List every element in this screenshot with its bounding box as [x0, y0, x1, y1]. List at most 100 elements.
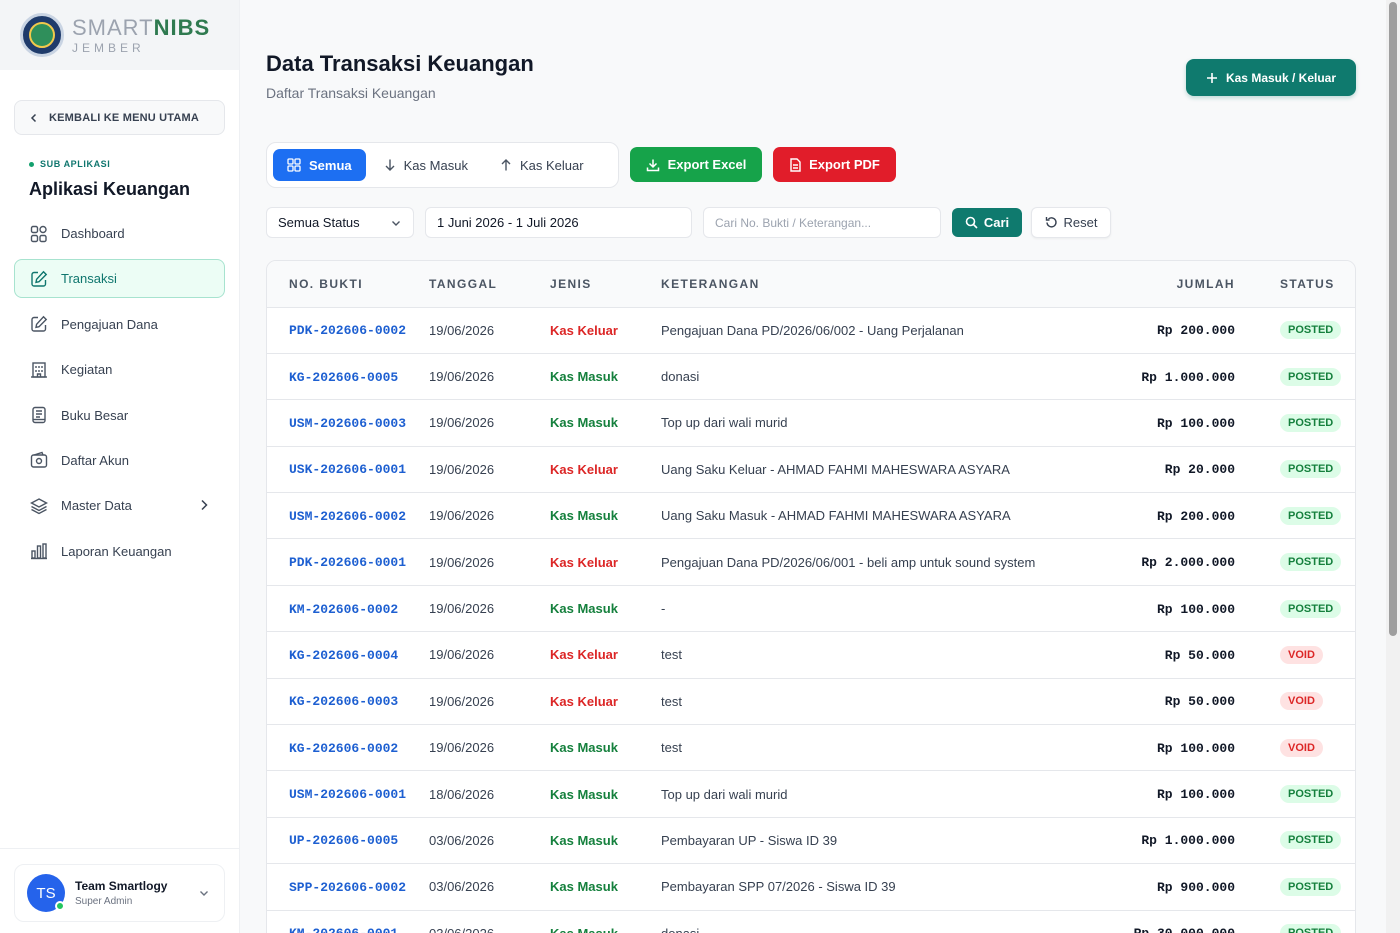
- brand[interactable]: SMARTNIBS JEMBER: [0, 0, 239, 70]
- tanggal-cell: 19/06/2026: [429, 446, 550, 494]
- jumlah-cell: Rp 20.000: [1164, 462, 1235, 478]
- table-row[interactable]: SPP-202606-0002 03/06/2026 Kas Masuk Pembay…: [267, 863, 1355, 911]
- keterangan-cell: test: [661, 631, 1091, 679]
- keterangan-cell: donasi: [661, 353, 1091, 401]
- table-row[interactable]: USM-202606-0002 19/06/2026 Kas Masuk Uang S…: [267, 492, 1355, 540]
- search-button[interactable]: Cari: [952, 208, 1022, 237]
- status-badge: POSTED: [1280, 831, 1342, 850]
- jenis-cell: Kas Masuk: [550, 786, 618, 802]
- no-bukti-link[interactable]: SPP-202606-0002: [289, 880, 406, 895]
- status-badge: POSTED: [1280, 599, 1342, 618]
- status-badge: POSTED: [1280, 877, 1342, 896]
- no-bukti-link[interactable]: UP-202606-0005: [289, 833, 398, 848]
- keterangan-cell: Pengajuan Dana PD/2026/06/002 - Uang Per…: [661, 307, 1091, 354]
- no-bukti-link[interactable]: USK-202606-0001: [289, 462, 406, 477]
- table-row[interactable]: KG-202606-0002 19/06/2026 Kas Masuk test Rp …: [267, 724, 1355, 772]
- grid-icon: [287, 158, 301, 172]
- jumlah-cell: Rp 1.000.000: [1141, 369, 1235, 385]
- brand-name: SMARTNIBS: [72, 14, 211, 40]
- table-row[interactable]: PDK-202606-0002 19/06/2026 Kas Keluar Penga…: [267, 307, 1355, 354]
- status-badge: POSTED: [1280, 367, 1342, 386]
- tanggal-cell: 19/06/2026: [429, 585, 550, 633]
- column-header-jenis[interactable]: JENIS: [550, 261, 661, 308]
- no-bukti-link[interactable]: USM-202606-0003: [289, 416, 406, 431]
- no-bukti-link[interactable]: PDK-202606-0002: [289, 323, 406, 338]
- column-header-tanggal[interactable]: TANGGAL: [429, 261, 550, 308]
- table-row[interactable]: KG-202606-0004 19/06/2026 Kas Keluar test Rp…: [267, 631, 1355, 679]
- sidebar-item-label: Buku Besar: [61, 407, 129, 423]
- table-header-row: NO. BUKTI TANGGAL JENIS KETERANGAN JUMLA…: [267, 261, 1355, 308]
- add-kas-masuk-keluar-button[interactable]: Kas Masuk / Keluar: [1186, 59, 1356, 96]
- avatar: TS: [27, 874, 65, 912]
- page-title: Data Transaksi Keuangan: [266, 51, 534, 76]
- column-header-keterangan[interactable]: KETERANGAN: [661, 261, 1091, 308]
- column-header-jumlah[interactable]: JUMLAH: [1091, 261, 1241, 308]
- sidebar-item-master-data[interactable]: Master Data: [14, 486, 225, 525]
- status-badge: POSTED: [1280, 413, 1342, 432]
- sidebar-item-dashboard[interactable]: Dashboard: [14, 214, 225, 253]
- no-bukti-link[interactable]: KG-202606-0004: [289, 648, 398, 663]
- no-bukti-link[interactable]: PDK-202606-0001: [289, 555, 406, 570]
- sidebar: SMARTNIBS JEMBER KEMBALI KE MENU UTAMA S…: [0, 0, 240, 933]
- jumlah-cell: Rp 100.000: [1156, 740, 1235, 756]
- sidebar-item-label: Master Data: [61, 498, 132, 514]
- table-row[interactable]: PDK-202606-0001 19/06/2026 Kas Keluar Penga…: [267, 538, 1355, 586]
- no-bukti-link[interactable]: KG-202606-0002: [289, 741, 398, 756]
- no-bukti-link[interactable]: KG-202606-0005: [289, 370, 398, 385]
- no-bukti-link[interactable]: KM-202606-0001: [289, 926, 398, 933]
- status-badge: POSTED: [1280, 553, 1342, 572]
- jenis-cell: Kas Masuk: [550, 926, 618, 933]
- user-menu[interactable]: TS Team Smartlogy Super Admin: [14, 864, 225, 922]
- table-row[interactable]: UP-202606-0005 03/06/2026 Kas Masuk Pembaya…: [267, 817, 1355, 865]
- tanggal-cell: 19/06/2026: [429, 631, 550, 679]
- tab-kas-masuk[interactable]: Kas Masuk: [370, 149, 482, 181]
- no-bukti-link[interactable]: KM-202606-0002: [289, 602, 398, 617]
- jenis-cell: Kas Keluar: [550, 461, 618, 477]
- tab-semua[interactable]: Semua: [273, 149, 366, 181]
- sidebar-nav: Dashboard Transaksi Pengajuan Dana Kegia…: [14, 214, 225, 577]
- date-range-input[interactable]: 1 Juni 2026 - 1 Juli 2026: [425, 207, 692, 238]
- tanggal-cell: 19/06/2026: [429, 492, 550, 540]
- sidebar-item-kegiatan[interactable]: Kegiatan: [14, 350, 225, 389]
- sidebar-item-label: Transaksi: [61, 271, 117, 287]
- keterangan-cell: Uang Saku Masuk - AHMAD FAHMI MAHESWARA …: [661, 492, 1091, 540]
- table-row[interactable]: KM-202606-0002 19/06/2026 Kas Masuk - Rp 100…: [267, 585, 1355, 633]
- sidebar-item-buku-besar[interactable]: Buku Besar: [14, 396, 225, 435]
- table-row[interactable]: USM-202606-0001 18/06/2026 Kas Masuk Top up…: [267, 770, 1355, 818]
- scrollbar-thumb[interactable]: [1389, 2, 1397, 636]
- keterangan-cell: Pembayaran SPP 07/2026 - Siswa ID 39: [661, 863, 1091, 911]
- no-bukti-link[interactable]: USM-202606-0001: [289, 787, 406, 802]
- search-input[interactable]: [703, 207, 941, 238]
- column-header-no-bukti[interactable]: NO. BUKTI: [267, 261, 429, 308]
- jumlah-cell: Rp 100.000: [1156, 415, 1235, 431]
- status-filter-select[interactable]: Semua Status: [266, 207, 414, 238]
- scrollbar[interactable]: [1386, 0, 1400, 933]
- table-row[interactable]: USK-202606-0001 19/06/2026 Kas Keluar Uang …: [267, 446, 1355, 494]
- column-header-status[interactable]: STATUS: [1241, 261, 1355, 308]
- no-bukti-link[interactable]: KG-202606-0003: [289, 694, 398, 709]
- table-row[interactable]: USM-202606-0003 19/06/2026 Kas Masuk Top up…: [267, 399, 1355, 447]
- reset-button[interactable]: Reset: [1031, 207, 1111, 238]
- table-row[interactable]: KM-202606-0001 03/06/2026Kas Masuk donasi R…: [267, 910, 1355, 933]
- back-to-main-menu-button[interactable]: KEMBALI KE MENU UTAMA: [14, 100, 225, 135]
- sidebar-item-daftar-akun[interactable]: Daftar Akun: [14, 441, 225, 480]
- table-row[interactable]: KG-202606-0003 19/06/2026 Kas Keluar test Rp…: [267, 678, 1355, 726]
- tab-kas-keluar[interactable]: Kas Keluar: [486, 149, 598, 181]
- no-bukti-link[interactable]: USM-202606-0002: [289, 509, 406, 524]
- export-pdf-button[interactable]: Export PDF: [773, 147, 896, 182]
- status-badge: POSTED: [1280, 321, 1342, 340]
- sidebar-item-laporan-keuangan[interactable]: Laporan Keuangan: [14, 532, 225, 571]
- jenis-cell: Kas Masuk: [550, 832, 618, 848]
- sidebar-item-transaksi[interactable]: Transaksi: [14, 259, 225, 299]
- sub-app-label: SUB APLIKASI: [29, 159, 110, 169]
- keterangan-cell: test: [661, 724, 1091, 772]
- sidebar-item-pengajuan-dana[interactable]: Pengajuan Dana: [14, 305, 225, 344]
- tanggal-cell: 19/06/2026: [429, 399, 550, 447]
- jumlah-cell: Rp 200.000: [1156, 323, 1235, 339]
- jenis-cell: Kas Keluar: [550, 647, 618, 663]
- status-badge: VOID: [1280, 645, 1323, 664]
- grid-icon: [29, 224, 49, 244]
- table-row[interactable]: KG-202606-0005 19/06/2026 Kas Masuk donasi R…: [267, 353, 1355, 401]
- tanggal-cell: 03/06/2026: [429, 817, 550, 865]
- export-excel-button[interactable]: Export Excel: [630, 147, 762, 182]
